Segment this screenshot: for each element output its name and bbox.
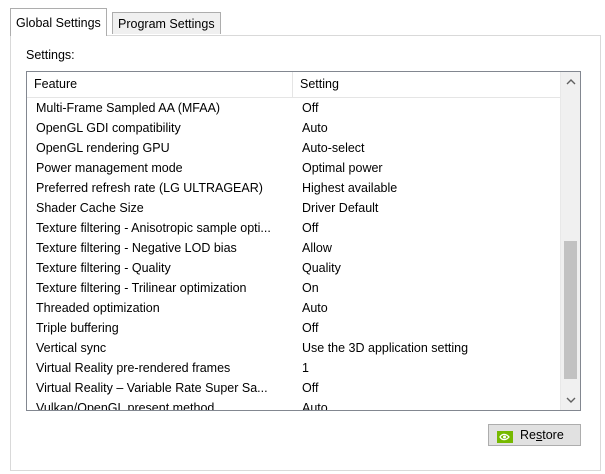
setting-cell[interactable]: 1 <box>302 358 552 378</box>
chevron-down-icon[interactable] <box>561 392 580 409</box>
feature-cell: OpenGL GDI compatibility <box>36 121 181 135</box>
list-item[interactable]: OpenGL GDI compatibility Auto <box>27 118 560 138</box>
feature-cell: Triple buffering <box>36 321 119 335</box>
column-header-setting[interactable]: Setting <box>293 72 560 97</box>
list-item[interactable]: Vertical sync Use the 3D application sett… <box>27 338 560 358</box>
list-item[interactable]: Threaded optimization Auto <box>27 298 560 318</box>
feature-cell: Vulkan/OpenGL present method <box>36 401 215 410</box>
list-item[interactable]: Texture filtering - Negative LOD bias All… <box>27 238 560 258</box>
tab-program-settings[interactable]: Program Settings <box>112 12 221 34</box>
restore-button-label: Restore <box>520 428 564 442</box>
setting-cell[interactable]: Allow <box>302 238 552 258</box>
settings-list[interactable]: Feature Setting Multi-Frame Sampled AA (… <box>26 71 581 411</box>
list-item[interactable]: Vulkan/OpenGL present method Auto <box>27 398 560 410</box>
feature-cell: Power management mode <box>36 161 183 175</box>
setting-cell[interactable]: Off <box>302 98 552 118</box>
feature-cell: Shader Cache Size <box>36 201 144 215</box>
tab-bar: Global Settings Program Settings <box>0 0 605 36</box>
list-item[interactable]: Texture filtering - Trilinear optimizati… <box>27 278 560 298</box>
settings-label: Settings: <box>26 48 75 62</box>
setting-cell[interactable]: Off <box>302 378 552 398</box>
list-header: Feature Setting <box>27 72 560 98</box>
setting-cell[interactable]: Highest available <box>302 178 552 198</box>
feature-cell: Virtual Reality – Variable Rate Super Sa… <box>36 381 268 395</box>
feature-cell: Texture filtering - Trilinear optimizati… <box>36 281 247 295</box>
setting-cell[interactable]: Off <box>302 318 552 338</box>
list-item[interactable]: Power management mode Optimal power <box>27 158 560 178</box>
setting-cell[interactable]: Auto <box>302 118 552 138</box>
feature-cell: Vertical sync <box>36 341 107 355</box>
feature-cell: Threaded optimization <box>36 301 160 315</box>
list-item[interactable]: Virtual Reality – Variable Rate Super Sa… <box>27 378 560 398</box>
feature-cell: Multi-Frame Sampled AA (MFAA) <box>36 101 221 115</box>
list-item[interactable]: Texture filtering - Anisotropic sample o… <box>27 218 560 238</box>
setting-cell[interactable]: Use the 3D application setting <box>302 338 552 358</box>
scrollbar-thumb[interactable] <box>564 241 577 379</box>
list-item[interactable]: Preferred refresh rate (LG ULTRAGEAR) Hig… <box>27 178 560 198</box>
column-header-feature[interactable]: Feature <box>27 72 293 97</box>
setting-cell[interactable]: Off <box>302 218 552 238</box>
setting-cell[interactable]: Optimal power <box>302 158 552 178</box>
list-item[interactable]: Shader Cache Size Driver Default <box>27 198 560 218</box>
nvidia-icon <box>497 429 513 443</box>
vertical-scrollbar[interactable] <box>560 72 580 410</box>
setting-cell[interactable]: Auto <box>302 298 552 318</box>
list-item[interactable]: Triple buffering Off <box>27 318 560 338</box>
list-rows: Multi-Frame Sampled AA (MFAA) Off OpenGL G… <box>27 98 560 410</box>
chevron-up-icon[interactable] <box>561 73 580 90</box>
nvidia-control-panel-3d-settings: Global Settings Program Settings Setting… <box>0 0 605 474</box>
restore-button[interactable]: Restore <box>488 424 581 446</box>
feature-cell: OpenGL rendering GPU <box>36 141 170 155</box>
feature-cell: Preferred refresh rate (LG ULTRAGEAR) <box>36 181 263 195</box>
feature-cell: Texture filtering - Anisotropic sample o… <box>36 221 271 235</box>
setting-cell[interactable]: Quality <box>302 258 552 278</box>
list-item[interactable]: OpenGL rendering GPU Auto-select <box>27 138 560 158</box>
setting-cell[interactable]: On <box>302 278 552 298</box>
feature-cell: Virtual Reality pre-rendered frames <box>36 361 231 375</box>
tab-global-settings[interactable]: Global Settings <box>10 8 107 36</box>
feature-cell: Texture filtering - Quality <box>36 261 171 275</box>
setting-cell[interactable]: Driver Default <box>302 198 552 218</box>
list-item[interactable]: Virtual Reality pre-rendered frames 1 <box>27 358 560 378</box>
setting-cell[interactable]: Auto-select <box>302 138 552 158</box>
feature-cell: Texture filtering - Negative LOD bias <box>36 241 237 255</box>
list-item[interactable]: Multi-Frame Sampled AA (MFAA) Off <box>27 98 560 118</box>
setting-cell[interactable]: Auto <box>302 398 552 410</box>
list-item[interactable]: Texture filtering - Quality Quality <box>27 258 560 278</box>
